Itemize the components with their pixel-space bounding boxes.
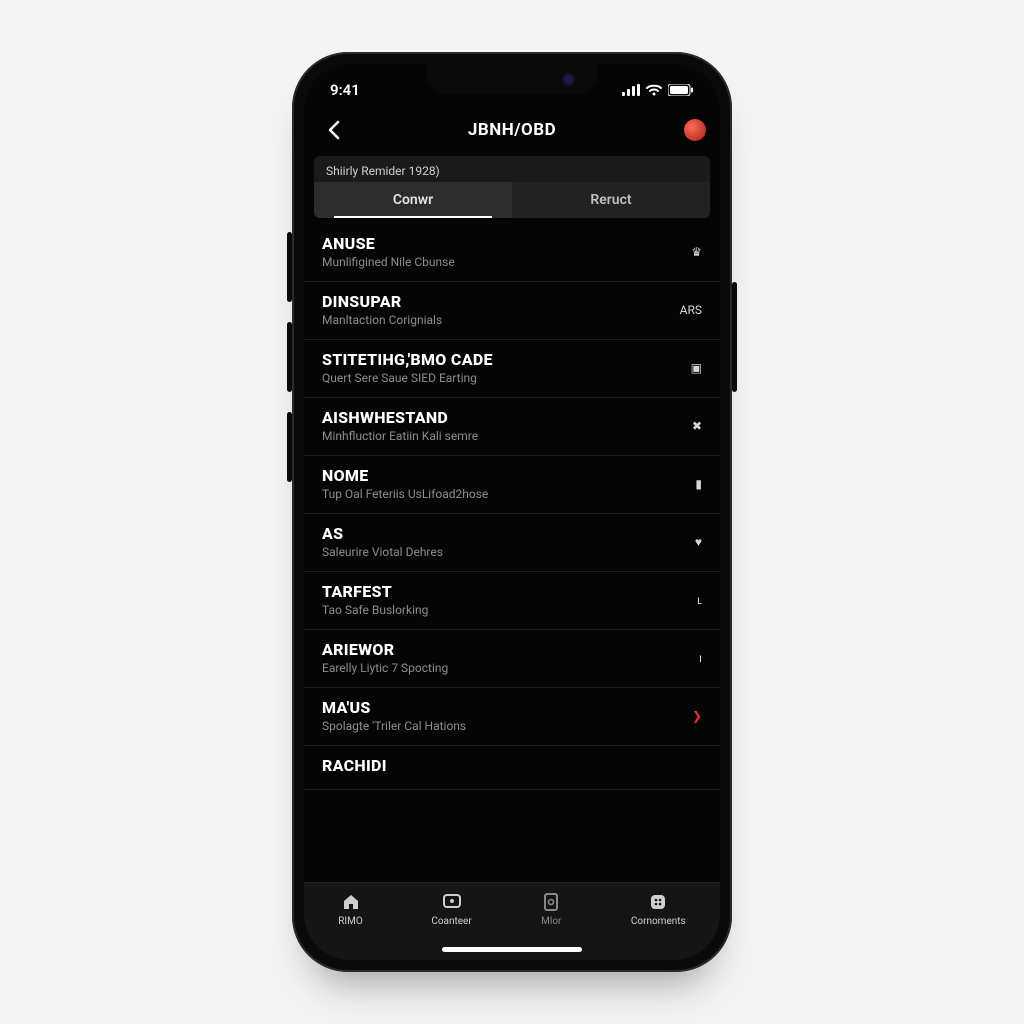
- front-camera: [564, 75, 573, 84]
- list-item-subtitle: Minhfluctior Eatiin Kali semre: [322, 429, 478, 443]
- segmented-control-wrap: Shiirly Remider 1928) ConwrReruct: [304, 152, 720, 218]
- phone-frame: 9:41 JBNH/OBD Shiirly Rem: [292, 52, 732, 972]
- list-item-title: RACHIDI: [322, 756, 387, 775]
- list-item-indicator-icon: ♥: [684, 535, 702, 549]
- list-item-indicator-icon: ▮: [684, 477, 702, 491]
- home-indicator[interactable]: [442, 947, 582, 952]
- list-item-title: NOME: [322, 466, 488, 485]
- list-item[interactable]: RACHIDI: [304, 746, 720, 790]
- results-list[interactable]: ANUSE Munlifigined Nile Cbunse ♛ DINSUPAR Ma…: [304, 218, 720, 882]
- section-subheader: Shiirly Remider 1928): [314, 156, 710, 182]
- list-item[interactable]: NOME Tup Oal Feteriis UsLifoad2hose ▮: [304, 456, 720, 514]
- list-item[interactable]: MA'US Spolagte 'Triler Cal Hations ❯: [304, 688, 720, 746]
- cellular-icon: [622, 84, 640, 96]
- list-item[interactable]: ANUSE Munlifigined Nile Cbunse ♛: [304, 224, 720, 282]
- page-title: JBNH/OBD: [304, 120, 720, 140]
- battery-icon: [668, 84, 694, 96]
- tabbar-label: Cornoments: [631, 916, 686, 927]
- list-item[interactable]: DINSUPAR Manltaction Corignials ARS: [304, 282, 720, 340]
- list-item-title: ANUSE: [322, 234, 455, 253]
- segmented-control: ConwrReruct: [314, 182, 710, 218]
- back-button[interactable]: [318, 114, 350, 146]
- list-item-subtitle: Earelly Liytic 7 Spocting: [322, 661, 448, 675]
- status-indicators: [622, 84, 694, 96]
- list-item-indicator-icon: ı: [684, 651, 702, 665]
- tabbar-label: Mlor: [541, 916, 561, 927]
- list-item-indicator-icon: ❯: [684, 709, 702, 723]
- tab-0[interactable]: Conwr: [314, 182, 512, 218]
- home-icon: [340, 891, 362, 913]
- list-item-title: ARIEWOR: [322, 640, 448, 659]
- profile-avatar[interactable]: [684, 119, 706, 141]
- list-item-subtitle: Munlifigined Nile Cbunse: [322, 255, 455, 269]
- nav-header: JBNH/OBD: [304, 108, 720, 152]
- list-item-indicator-icon: ✖: [684, 419, 702, 433]
- monitor-icon: [441, 891, 463, 913]
- list-item-subtitle: Tup Oal Feteriis UsLifoad2hose: [322, 487, 488, 501]
- tabbar-item-home[interactable]: RIMO: [338, 891, 363, 927]
- list-item-subtitle: Quert Sere Saue SIED Earting: [322, 371, 493, 385]
- tabbar-label: Coanteer: [431, 916, 471, 927]
- list-item-indicator-icon: ▣: [684, 361, 702, 375]
- list-item[interactable]: AISHWHESTAND Minhfluctior Eatiin Kali sem…: [304, 398, 720, 456]
- list-item[interactable]: TARFEST Tao Safe Buslorking ʟ: [304, 572, 720, 630]
- status-time: 9:41: [330, 81, 360, 99]
- list-item-subtitle: Tao Safe Buslorking: [322, 603, 428, 617]
- tabbar-item-monitor[interactable]: Coanteer: [431, 891, 471, 927]
- list-item-title: STITETIHG,'BMO CADE: [322, 350, 493, 369]
- tab-bar: RIMO Coanteer Mlor Cornoments: [304, 882, 720, 960]
- list-item-title: AS: [322, 524, 443, 543]
- list-item-title: DINSUPAR: [322, 292, 442, 311]
- list-item[interactable]: ARIEWOR Earelly Liytic 7 Spocting ı: [304, 630, 720, 688]
- list-item-indicator-icon: ♛: [684, 245, 702, 259]
- list-item-subtitle: Spolagte 'Triler Cal Hations: [322, 719, 466, 733]
- list-item-title: AISHWHESTAND: [322, 408, 478, 427]
- list-item[interactable]: STITETIHG,'BMO CADE Quert Sere Saue SIED …: [304, 340, 720, 398]
- list-item-subtitle: Manltaction Corignials: [322, 313, 442, 327]
- list-item-subtitle: Saleurire Viotal Dehres: [322, 545, 443, 559]
- list-item[interactable]: AS Saleurire Viotal Dehres ♥: [304, 514, 720, 572]
- tabbar-label: RIMO: [338, 916, 363, 927]
- tabbar-item-grid[interactable]: Cornoments: [631, 891, 686, 927]
- list-item-title: TARFEST: [322, 582, 428, 601]
- list-item-indicator-icon: ʟ: [684, 593, 702, 607]
- doc-icon: [540, 891, 562, 913]
- list-item-title: MA'US: [322, 698, 466, 717]
- notch: [427, 64, 597, 94]
- tab-1[interactable]: Reruct: [512, 182, 710, 218]
- chevron-left-icon: [327, 120, 341, 140]
- screen: 9:41 JBNH/OBD Shiirly Rem: [304, 64, 720, 960]
- wifi-icon: [646, 84, 662, 96]
- tabbar-item-doc[interactable]: Mlor: [540, 891, 562, 927]
- grid-icon: [647, 891, 669, 913]
- list-item-indicator-icon: ARS: [680, 303, 702, 317]
